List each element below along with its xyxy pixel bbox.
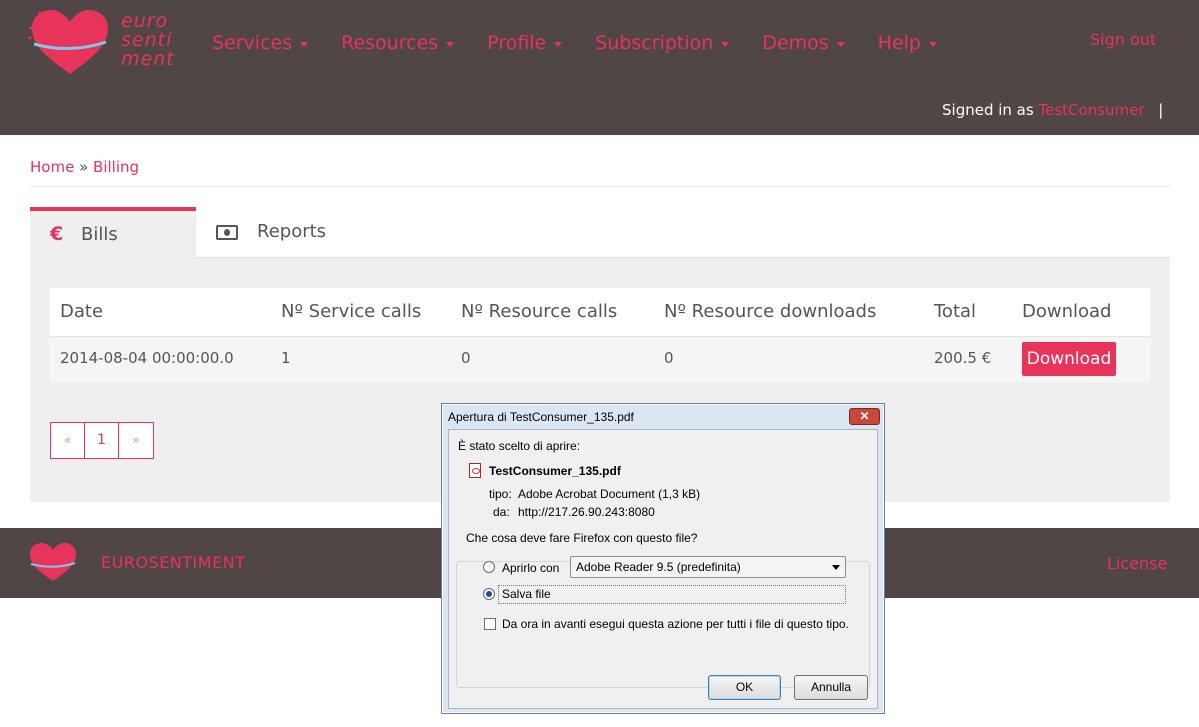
cell-resource-calls: 0: [461, 349, 471, 367]
tab-reports-strip: Reports: [196, 211, 1170, 258]
table-header: Date Nº Service calls Nº Resource calls …: [50, 288, 1150, 337]
cell-date: 2014-08-04 00:00:00.0: [60, 349, 234, 367]
col-date: Date: [60, 301, 104, 322]
breadcrumb: Home » Billing: [30, 158, 139, 176]
divider: [30, 186, 1170, 187]
chevron-down-icon: [836, 42, 845, 47]
nav-resources-label: Resources: [341, 32, 439, 54]
nav-help[interactable]: Help: [878, 30, 937, 56]
col-service-calls: Nº Service calls: [281, 301, 422, 322]
nav-profile[interactable]: Profile: [487, 30, 563, 56]
pagination-prev[interactable]: «: [51, 423, 85, 458]
bills-table: Date Nº Service calls Nº Resource calls …: [50, 288, 1150, 382]
pagination-next[interactable]: »: [119, 423, 153, 458]
nav-demos[interactable]: Demos: [762, 30, 845, 56]
signed-in-prefix: Signed in as: [942, 101, 1034, 119]
cancel-button[interactable]: Annulla: [794, 675, 868, 700]
money-icon: [216, 225, 238, 240]
col-resource-calls: Nº Resource calls: [461, 301, 618, 322]
open-with-label[interactable]: Aprirlo con: [502, 561, 559, 575]
top-navbar: euro senti ment Services Resources Profi…: [0, 0, 1199, 135]
nav-resources[interactable]: Resources: [341, 30, 455, 56]
sign-out-link[interactable]: Sign out: [1090, 30, 1156, 49]
cell-resource-downloads: 0: [664, 349, 674, 367]
open-file-dialog: Apertura di TestConsumer_135.pdf ✕ È sta…: [441, 403, 885, 714]
table-row: 2014-08-04 00:00:00.0 1 0 0 200.5 € Down…: [50, 337, 1150, 382]
tab-reports[interactable]: Reports: [196, 211, 356, 257]
pagination-page-1[interactable]: 1: [85, 423, 119, 458]
tab-reports-label: Reports: [257, 221, 327, 242]
dialog-type-value: Adobe Acrobat Document (1,3 kB): [518, 487, 701, 501]
separator: |: [1158, 101, 1164, 119]
open-with-app-value: Adobe Reader 9.5 (predefinita): [576, 560, 741, 574]
download-button[interactable]: Download: [1022, 342, 1116, 376]
tab-bills[interactable]: € Bills: [30, 207, 196, 258]
chevron-down-icon: [300, 42, 309, 47]
dialog-body: È stato scelto di aprire: TestConsumer_1…: [448, 429, 878, 709]
nav-demos-label: Demos: [762, 32, 829, 54]
chevron-down-icon: [554, 42, 563, 47]
tab-bills-label: Bills: [81, 224, 118, 245]
chevron-down-icon: [721, 42, 730, 47]
save-file-radio[interactable]: [483, 588, 495, 600]
footer-logo-heart: [30, 543, 76, 581]
nav-help-label: Help: [877, 32, 921, 54]
dialog-question: Che cosa deve fare Firefox con questo fi…: [464, 531, 700, 545]
dialog-title: Apertura di TestConsumer_135.pdf: [448, 410, 634, 424]
dialog-type-label: tipo:: [489, 487, 512, 501]
pdf-file-icon: [469, 463, 481, 478]
ok-button[interactable]: OK: [708, 675, 781, 700]
dialog-filename: TestConsumer_135.pdf: [489, 464, 621, 478]
chevron-down-icon: [832, 565, 840, 570]
cell-total: 200.5 €: [934, 349, 992, 367]
eurosentiment-logo-heart[interactable]: [28, 8, 112, 76]
breadcrumb-home[interactable]: Home: [30, 158, 74, 176]
chevron-down-icon: [446, 42, 455, 47]
dialog-from-label: da:: [493, 505, 510, 519]
breadcrumb-separator: »: [79, 158, 89, 176]
pagination: « 1 »: [50, 422, 154, 459]
breadcrumb-billing[interactable]: Billing: [93, 158, 139, 176]
nav-subscription-label: Subscription: [595, 32, 714, 54]
save-file-label[interactable]: Salva file: [502, 587, 551, 601]
nav-services[interactable]: Services: [212, 30, 309, 56]
main-nav: Services Resources Profile Subscription …: [212, 30, 970, 56]
dialog-from-value: http://217.26.90.243:8080: [518, 505, 655, 519]
cell-service-calls: 1: [281, 349, 291, 367]
username-link[interactable]: TestConsumer: [1038, 101, 1144, 119]
col-total: Total: [934, 301, 977, 322]
open-with-radio[interactable]: [483, 561, 495, 573]
nav-profile-label: Profile: [487, 32, 547, 54]
nav-subscription[interactable]: Subscription: [595, 30, 730, 56]
license-link[interactable]: License: [1107, 554, 1167, 573]
col-resource-downloads: Nº Resource downloads: [664, 301, 877, 322]
logo-line-3: ment: [121, 48, 175, 70]
signed-in-status: Signed in as TestConsumer |: [942, 101, 1163, 119]
euro-icon: €: [50, 223, 64, 245]
dialog-intro: È stato scelto di aprire:: [458, 439, 581, 453]
remember-checkbox[interactable]: [484, 618, 496, 630]
col-download: Download: [1022, 301, 1112, 322]
close-icon[interactable]: ✕: [849, 408, 880, 425]
footer-brand-name: EUROSENTIMENT: [101, 553, 246, 572]
remember-label[interactable]: Da ora in avanti esegui questa azione pe…: [502, 617, 849, 631]
nav-services-label: Services: [212, 32, 293, 54]
open-with-app-select[interactable]: Adobe Reader 9.5 (predefinita): [570, 556, 846, 578]
chevron-down-icon: [929, 42, 937, 47]
logo-wordmark[interactable]: euro senti ment: [121, 12, 175, 69]
